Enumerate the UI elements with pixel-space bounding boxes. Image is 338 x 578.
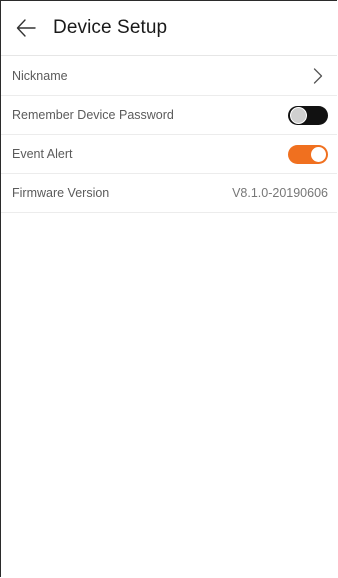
toggle-knob <box>311 146 326 162</box>
toggle-knob <box>290 106 307 124</box>
device-setup-screen: Device Setup Nickname Remember Device Pa… <box>0 0 337 577</box>
firmware-version-row: Firmware Version V8.1.0-20190606 <box>1 174 337 213</box>
remember-password-row: Remember Device Password <box>1 96 337 135</box>
event-alert-toggle[interactable] <box>288 144 328 164</box>
remember-password-label: Remember Device Password <box>12 108 174 122</box>
firmware-version-label: Firmware Version <box>12 186 110 200</box>
event-alert-row: Event Alert <box>1 135 337 174</box>
remember-password-toggle[interactable] <box>288 105 328 125</box>
back-button[interactable] <box>13 15 39 41</box>
arrow-left-icon <box>16 19 36 37</box>
event-alert-label: Event Alert <box>12 147 73 161</box>
header: Device Setup <box>1 1 337 56</box>
settings-list: Nickname Remember Device Password Event … <box>1 56 337 213</box>
nickname-label: Nickname <box>12 68 68 83</box>
page-title: Device Setup <box>53 17 168 38</box>
nickname-row[interactable]: Nickname <box>1 56 337 96</box>
firmware-version-value: V8.1.0-20190606 <box>232 186 328 200</box>
chevron-right-icon <box>310 67 326 84</box>
